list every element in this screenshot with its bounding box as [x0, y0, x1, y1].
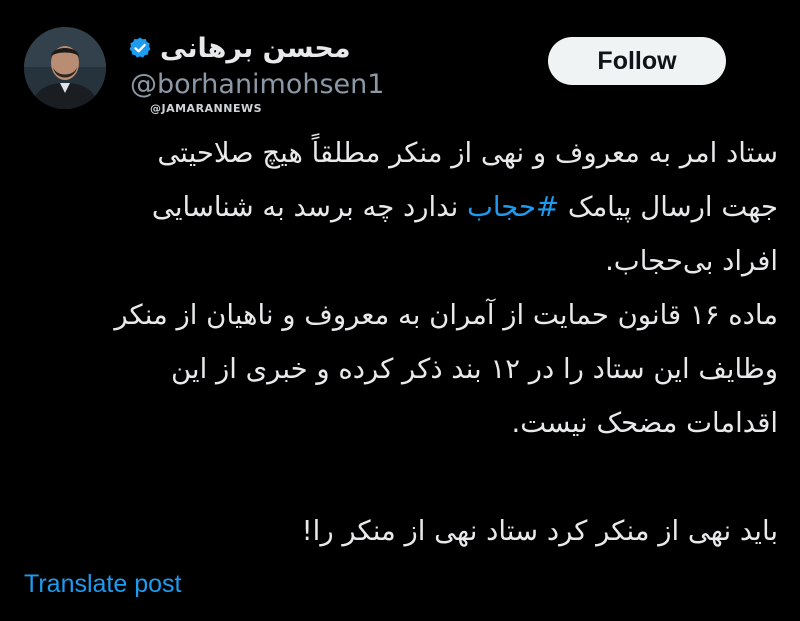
tweet-text: ستاد امر به معروف و نهی از منکر مطلقاً ه… — [18, 126, 778, 558]
verified-badge-icon — [128, 36, 152, 60]
avatar-photo — [24, 27, 106, 109]
tweet-line-7: باید نهی از منکر کرد ستاد نهی از منکر را… — [301, 515, 778, 547]
avatar[interactable] — [24, 27, 106, 109]
tweet-line-3: افراد بی‌حجاب. — [605, 245, 778, 277]
tweet-line-2: جهت ارسال پیامک #حجاب ندارد چه برسد به ش… — [18, 180, 778, 234]
tweet-line-4: ماده ۱۶ قانون حمایت از آمران به معروف و … — [114, 299, 778, 331]
tweet-line-2-start: جهت ارسال پیامک — [559, 191, 778, 223]
hashtag-link[interactable]: #حجاب — [467, 191, 559, 223]
follow-button[interactable]: Follow — [548, 37, 726, 85]
author-handle[interactable]: @borhanimohsen1 — [130, 69, 384, 100]
author-name-row: محسن برهانی — [128, 30, 351, 66]
tweet-line-1: ستاد امر به معروف و نهی از منکر مطلقاً ه… — [157, 137, 778, 169]
news-watermark: @JAMARANNEWS — [150, 102, 263, 115]
tweet-line-6: اقدامات مضحک نیست. — [511, 407, 778, 439]
translate-post-link[interactable]: Translate post — [24, 570, 181, 599]
tweet-line-2-end: ندارد چه برسد به شناسایی — [151, 191, 468, 223]
tweet-line-5: وظایف این ستاد را در ۱۲ بند ذکر کرده و خ… — [171, 353, 778, 385]
author-display-name[interactable]: محسن برهانی — [160, 33, 351, 64]
